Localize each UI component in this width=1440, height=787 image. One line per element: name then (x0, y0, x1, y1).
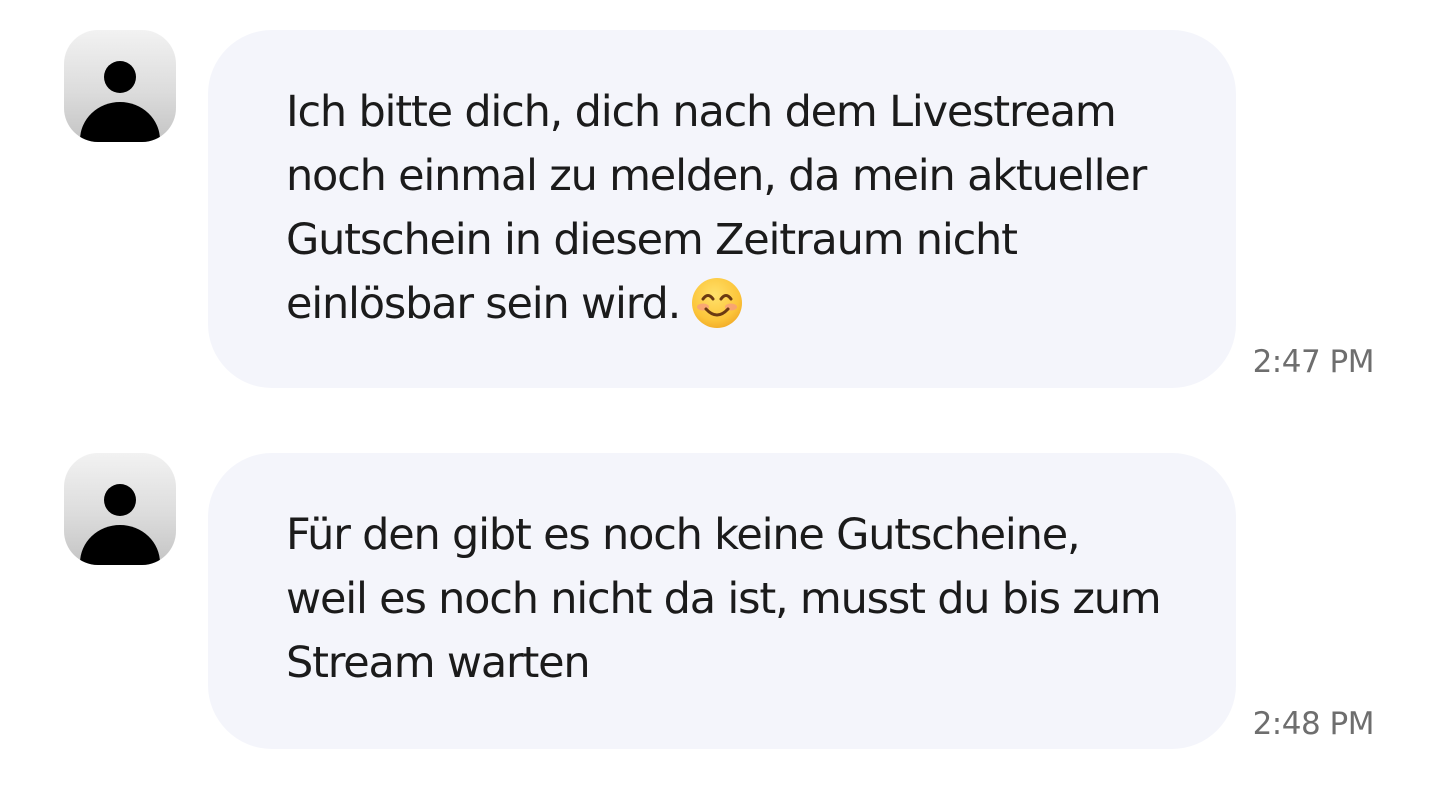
message-bubble[interactable]: Ich bitte dich, dich nach dem Livestream… (208, 30, 1236, 388)
message-bubble[interactable]: Für den gibt es noch keine Gutscheine, w… (208, 453, 1236, 749)
message-row: Für den gibt es noch keine Gutscheine, w… (0, 453, 1440, 753)
message-timestamp: 2:47 PM (1252, 344, 1375, 380)
person-icon (80, 61, 160, 142)
message-text: Für den gibt es noch keine Gutscheine, w… (286, 510, 1162, 688)
avatar[interactable] (64, 453, 176, 565)
smiling-face-emoji-icon (692, 278, 743, 328)
person-icon (80, 484, 160, 565)
message-timestamp: 2:48 PM (1252, 706, 1375, 742)
message-row: Ich bitte dich, dich nach dem Livestream… (0, 30, 1440, 390)
avatar[interactable] (64, 30, 176, 142)
